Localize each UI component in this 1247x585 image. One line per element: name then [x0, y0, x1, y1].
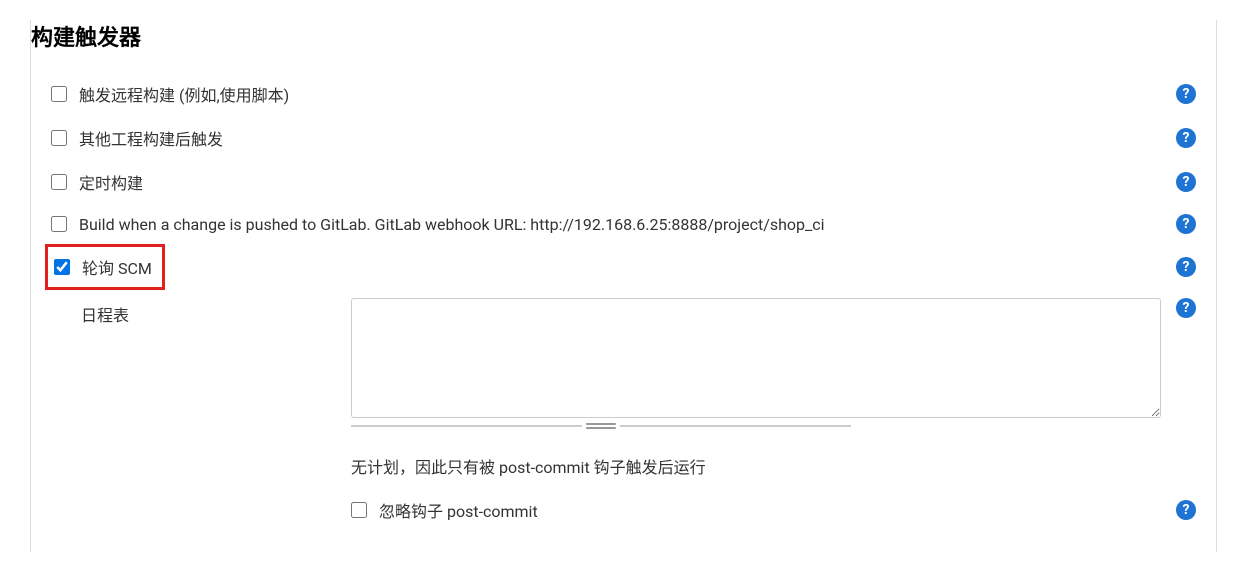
trigger-remote-row: 触发远程构建 (例如,使用脚本) ?	[51, 72, 1196, 116]
help-icon[interactable]: ?	[1176, 257, 1196, 277]
trigger-after-other-row: 其他工程构建后触发 ?	[51, 116, 1196, 160]
trigger-scheduled-checkbox[interactable]	[51, 174, 67, 190]
help-icon[interactable]: ?	[1176, 500, 1196, 520]
trigger-poll-scm-checkbox[interactable]	[54, 259, 70, 275]
help-icon[interactable]: ?	[1176, 298, 1196, 318]
trigger-gitlab-checkbox[interactable]	[51, 216, 67, 232]
ignore-hooks-checkbox[interactable]	[351, 502, 367, 518]
trigger-remote-checkbox[interactable]	[51, 86, 67, 102]
help-icon[interactable]: ?	[1176, 172, 1196, 192]
schedule-info-text: 无计划，因此只有被 post-commit 钩子触发后运行	[351, 454, 1196, 478]
section-title: 构建触发器	[31, 20, 1196, 52]
trigger-after-other-label: 其他工程构建后触发	[79, 126, 223, 150]
trigger-poll-scm-label: 轮询 SCM	[82, 255, 152, 279]
schedule-textarea[interactable]	[351, 298, 1161, 418]
resize-handle[interactable]	[351, 422, 851, 430]
ignore-hooks-row: 忽略钩子 post-commit ?	[351, 498, 1196, 522]
ignore-hooks-label: 忽略钩子 post-commit	[379, 498, 538, 522]
trigger-remote-label: 触发远程构建 (例如,使用脚本)	[79, 82, 289, 106]
trigger-scheduled-row: 定时构建 ?	[51, 160, 1196, 204]
trigger-scheduled-label: 定时构建	[79, 170, 143, 194]
schedule-section: 日程表 ?	[81, 298, 1196, 418]
help-icon[interactable]: ?	[1176, 214, 1196, 234]
help-icon[interactable]: ?	[1176, 84, 1196, 104]
trigger-gitlab-label: Build when a change is pushed to GitLab.…	[79, 215, 825, 234]
trigger-poll-scm-row-highlighted: 轮询 SCM	[45, 244, 165, 290]
trigger-after-other-checkbox[interactable]	[51, 130, 67, 146]
schedule-label: 日程表	[81, 298, 331, 326]
trigger-gitlab-row: Build when a change is pushed to GitLab.…	[51, 204, 1196, 244]
help-icon[interactable]: ?	[1176, 128, 1196, 148]
